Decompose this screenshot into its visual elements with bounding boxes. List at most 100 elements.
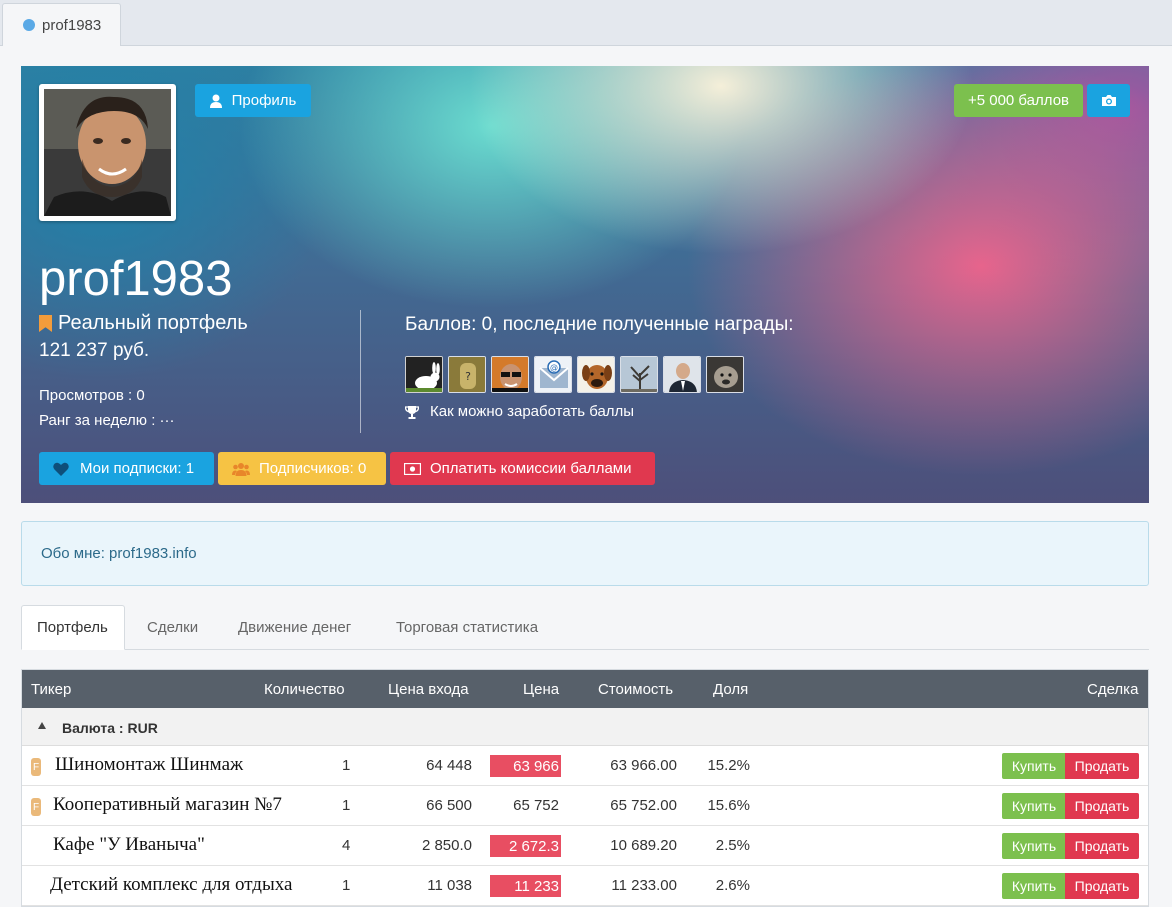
camera-icon xyxy=(1101,95,1116,106)
entry-price: 66 500 xyxy=(426,797,472,814)
col-ticker[interactable]: Тикер xyxy=(31,681,71,698)
futures-badge: F xyxy=(31,758,41,776)
buy-button[interactable]: Купить xyxy=(1002,793,1066,819)
tab-trading-stats-label: Торговая статистика xyxy=(396,619,539,636)
svg-text:@: @ xyxy=(550,363,558,372)
portfolio-type: Реальный портфель xyxy=(39,312,248,335)
weekly-rank: Ранг за неделю : ··· xyxy=(39,412,175,429)
col-price[interactable]: Цена xyxy=(523,681,559,698)
add-points-button[interactable]: +5 000 баллов xyxy=(954,84,1083,117)
col-share[interactable]: Доля xyxy=(713,681,748,698)
current-price: 63 966 xyxy=(490,755,561,777)
position-share: 15.2% xyxy=(707,757,750,774)
sell-button[interactable]: Продать xyxy=(1065,793,1139,819)
entry-price: 2 850.0 xyxy=(421,837,472,854)
portfolio-tabs: Портфель Сделки Движение денег Торговая … xyxy=(21,605,1149,650)
status-dot-icon xyxy=(23,19,35,31)
tab-trading-stats[interactable]: Торговая статистика xyxy=(396,605,538,650)
entry-price: 11 038 xyxy=(427,877,472,894)
table-row: Детский комплекс для отдыха 1 11 038 11 … xyxy=(22,866,1148,906)
profile-button[interactable]: Профиль xyxy=(195,84,311,117)
svg-text:?: ? xyxy=(465,370,471,383)
col-quantity[interactable]: Количество xyxy=(264,681,345,698)
award-tree-icon[interactable] xyxy=(620,356,658,393)
followers-button[interactable]: Подписчиков: 0 xyxy=(218,452,386,485)
award-animal-icon[interactable] xyxy=(706,356,744,393)
tab-money-flow-label: Движение денег xyxy=(238,619,352,636)
table-row: F Шиномонтаж Шинмаж 1 64 448 63 966 63 9… xyxy=(22,746,1148,786)
futures-badge: F xyxy=(31,798,41,816)
about-text[interactable]: Обо мне: prof1983.info xyxy=(41,545,197,562)
trophy-icon xyxy=(405,405,419,419)
col-value[interactable]: Стоимость xyxy=(598,681,673,698)
sell-button[interactable]: Продать xyxy=(1065,753,1139,779)
quantity: 1 xyxy=(342,757,351,774)
profile-button-label: Профиль xyxy=(231,92,297,109)
buy-button[interactable]: Купить xyxy=(1002,833,1066,859)
currency-group-label: Валюта : RUR xyxy=(62,720,158,736)
earn-points-link[interactable]: Как можно заработать баллы xyxy=(405,403,634,420)
col-entry-price[interactable]: Цена входа xyxy=(388,681,469,698)
award-knight-icon[interactable]: ? xyxy=(448,356,486,393)
position-value: 11 233.00 xyxy=(611,877,677,894)
tab-money-flow[interactable]: Движение денег xyxy=(238,605,351,650)
tab-deals[interactable]: Сделки xyxy=(147,605,198,650)
current-price: 11 233 xyxy=(490,875,561,897)
award-email-icon[interactable]: @ xyxy=(534,356,572,393)
tab-portfolio[interactable]: Портфель xyxy=(21,605,125,650)
pay-commission-button[interactable]: Оплатить комиссии баллами xyxy=(390,452,655,485)
quantity: 4 xyxy=(342,837,351,854)
award-sunglasses-icon[interactable] xyxy=(491,356,529,393)
users-icon xyxy=(232,462,250,476)
position-value: 65 752.00 xyxy=(610,797,677,814)
current-price: 2 672.3 xyxy=(490,835,561,857)
award-businessman-icon[interactable] xyxy=(663,356,701,393)
buy-button[interactable]: Купить xyxy=(1002,753,1066,779)
change-cover-button[interactable] xyxy=(1087,84,1130,117)
ticker-name[interactable]: Кооперативный магазин №7 xyxy=(53,794,282,816)
table-row: Кафе "У Иваныча" 4 2 850.0 2 672.3 10 68… xyxy=(22,826,1148,866)
avatar[interactable] xyxy=(39,84,176,221)
current-price: 65 752 xyxy=(513,797,559,814)
position-share: 15.6% xyxy=(707,797,750,814)
portfolio-type-label: Реальный портфель xyxy=(58,312,248,334)
ticker-name[interactable]: Детский комплекс для отдыха xyxy=(50,874,292,896)
position-value: 63 966.00 xyxy=(610,757,677,774)
award-dog-icon[interactable] xyxy=(577,356,615,393)
add-points-label: +5 000 баллов xyxy=(967,92,1070,109)
table-header: Тикер Количество Цена входа Цена Стоимос… xyxy=(22,670,1148,708)
col-deal: Сделка xyxy=(1087,681,1139,698)
views-count: Просмотров : 0 xyxy=(39,387,145,404)
ticker-name[interactable]: Кафе "У Иваныча" xyxy=(53,834,205,856)
awards-title: Баллов: 0, последние полученные награды: xyxy=(405,314,794,335)
bookmark-icon xyxy=(39,315,52,332)
collapse-triangle-icon[interactable] xyxy=(38,722,46,729)
followers-label: Подписчиков: 0 xyxy=(259,460,367,477)
earn-points-label: Как можно заработать баллы xyxy=(430,403,635,420)
person-photo-icon xyxy=(44,89,171,216)
award-rabbit-icon[interactable] xyxy=(405,356,443,393)
top-tab-bar: prof1983 xyxy=(0,0,1172,46)
money-icon xyxy=(404,462,421,475)
username-title: prof1983 xyxy=(39,252,233,306)
buy-button[interactable]: Купить xyxy=(1002,873,1066,899)
pay-commission-label: Оплатить комиссии баллами xyxy=(430,460,632,477)
tab-label: prof1983 xyxy=(42,16,102,34)
profile-hero: Профиль +5 000 баллов prof1983 Реальный … xyxy=(21,66,1149,503)
tab-deals-label: Сделки xyxy=(147,619,199,636)
table-row: F Кооперативный магазин №7 1 66 500 65 7… xyxy=(22,786,1148,826)
sell-button[interactable]: Продать xyxy=(1065,833,1139,859)
ticker-name[interactable]: Шиномонтаж Шинмаж xyxy=(55,754,243,776)
currency-group-row[interactable]: Валюта : RUR xyxy=(22,708,1148,746)
avatar-photo xyxy=(44,89,171,216)
awards-list: ? @ xyxy=(405,356,744,393)
sell-button[interactable]: Продать xyxy=(1065,873,1139,899)
my-subscriptions-button[interactable]: Мои подписки: 1 xyxy=(39,452,214,485)
entry-price: 64 448 xyxy=(426,757,472,774)
about-box: Обо мне: prof1983.info xyxy=(21,521,1149,586)
quantity: 1 xyxy=(342,877,351,894)
tab-portfolio-label: Портфель xyxy=(37,619,108,636)
my-subscriptions-label: Мои подписки: 1 xyxy=(80,460,195,477)
tab-prof1983[interactable]: prof1983 xyxy=(2,3,121,46)
position-value: 10 689.20 xyxy=(610,837,677,854)
